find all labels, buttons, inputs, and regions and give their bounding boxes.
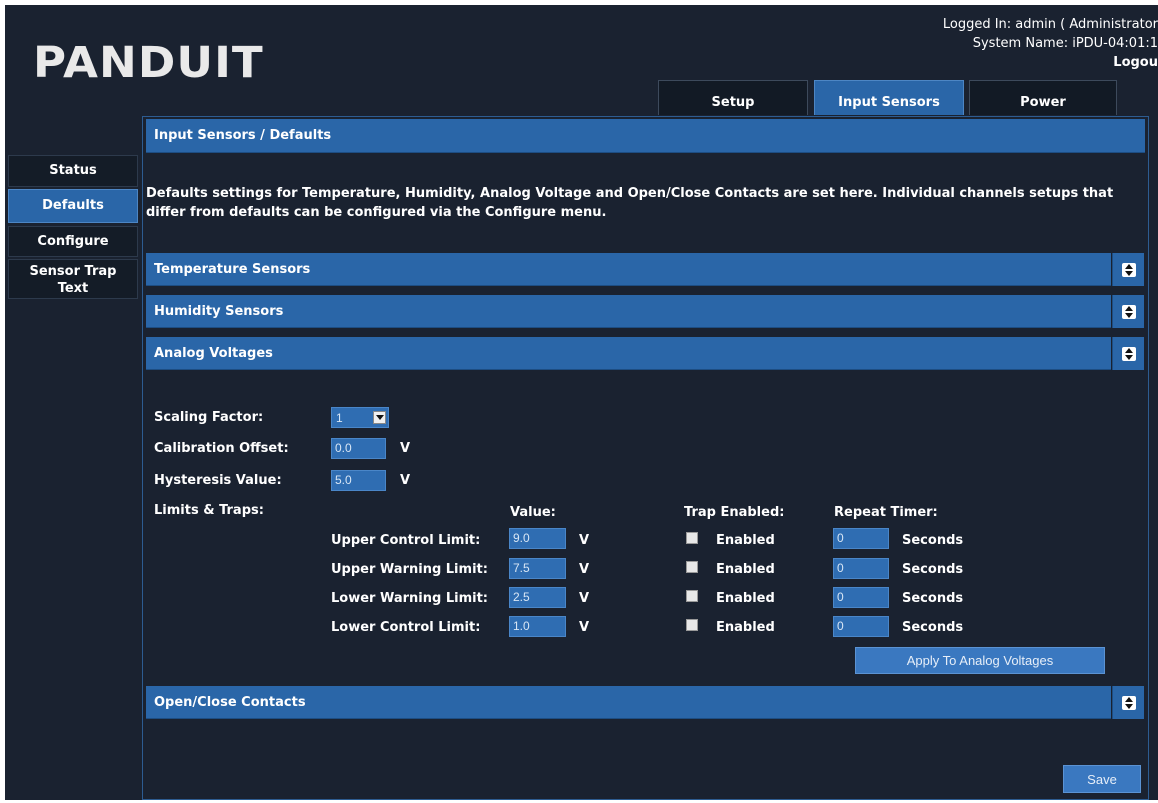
upper-warning-trap-checkbox[interactable]: [686, 561, 698, 573]
limits-traps-label: Limits & Traps:: [154, 503, 264, 518]
section-open-close-contacts[interactable]: Open/Close Contacts: [146, 686, 1111, 719]
section-humidity-sensors[interactable]: Humidity Sensors: [146, 295, 1111, 328]
user-info: Logged In: admin ( Administrator System …: [943, 15, 1158, 72]
sidebar-item-status[interactable]: Status: [8, 155, 138, 187]
enabled-label: Enabled: [716, 591, 775, 606]
seconds-label: Seconds: [902, 591, 964, 606]
upper-warning-limit-label: Upper Warning Limit:: [331, 562, 488, 577]
analog-toggle[interactable]: [1112, 337, 1144, 370]
lower-control-limit-input[interactable]: 1.0: [509, 616, 566, 637]
upper-control-timer-input[interactable]: 0: [833, 528, 889, 549]
hysteresis-label: Hysteresis Value:: [154, 473, 282, 488]
hysteresis-input[interactable]: 5.0: [331, 470, 386, 491]
upper-warning-timer-input[interactable]: 0: [833, 558, 889, 579]
enabled-label: Enabled: [716, 562, 775, 577]
repeat-timer-column-header: Repeat Timer:: [834, 505, 938, 520]
calibration-offset-label: Calibration Offset:: [154, 441, 289, 456]
sidebar-item-configure[interactable]: Configure: [8, 226, 138, 257]
lower-control-trap-checkbox[interactable]: [686, 619, 698, 631]
lower-warning-trap-checkbox[interactable]: [686, 590, 698, 602]
section-temperature-sensors[interactable]: Temperature Sensors: [146, 253, 1111, 286]
enabled-label: Enabled: [716, 533, 775, 548]
page-title: Input Sensors / Defaults: [146, 119, 1145, 153]
system-name-text: System Name: iPDU-04:01:1: [972, 36, 1158, 51]
expand-collapse-icon: [1121, 695, 1136, 710]
lower-warning-timer-input[interactable]: 0: [833, 587, 889, 608]
unit-label: V: [579, 562, 590, 577]
save-button[interactable]: Save: [1063, 765, 1141, 793]
enabled-label: Enabled: [716, 620, 775, 635]
logged-in-text: Logged In: admin ( Administrator: [942, 17, 1158, 32]
section-analog-voltages[interactable]: Analog Voltages: [146, 337, 1111, 370]
seconds-label: Seconds: [902, 533, 964, 548]
upper-control-limit-input[interactable]: 9.0: [509, 528, 566, 549]
lower-warning-limit-label: Lower Warning Limit:: [331, 591, 488, 606]
unit-label: V: [579, 620, 590, 635]
scaling-factor-label: Scaling Factor:: [154, 410, 264, 425]
description-text: Defaults settings for Temperature, Humid…: [146, 186, 1114, 220]
lower-control-limit-label: Lower Control Limit:: [331, 620, 481, 635]
tab-setup[interactable]: Setup: [658, 80, 808, 115]
unit-label: V: [400, 441, 411, 456]
tab-input-sensors[interactable]: Input Sensors: [814, 80, 964, 115]
humidity-toggle[interactable]: [1112, 295, 1144, 328]
upper-warning-limit-input[interactable]: 7.5: [509, 558, 566, 579]
chevron-down-icon: [373, 411, 386, 424]
sidebar-item-defaults[interactable]: Defaults: [8, 189, 138, 223]
upper-control-limit-label: Upper Control Limit:: [331, 533, 481, 548]
contacts-toggle[interactable]: [1112, 686, 1144, 719]
unit-label: V: [400, 473, 411, 488]
sidebar-item-sensor-trap-text[interactable]: Sensor Trap Text: [8, 259, 138, 299]
logout-link[interactable]: Logou: [943, 53, 1158, 72]
scaling-factor-value: 1: [336, 411, 343, 425]
value-column-header: Value:: [510, 505, 556, 520]
trap-enabled-column-header: Trap Enabled:: [684, 505, 785, 520]
seconds-label: Seconds: [902, 562, 964, 577]
lower-control-timer-input[interactable]: 0: [833, 616, 889, 637]
lower-warning-limit-input[interactable]: 2.5: [509, 587, 566, 608]
sidebar-item-label: Sensor Trap Text: [29, 264, 117, 296]
panduit-logo: PANDUIT: [33, 38, 264, 88]
scaling-factor-select[interactable]: 1: [331, 407, 389, 428]
unit-label: V: [579, 591, 590, 606]
unit-label: V: [579, 533, 590, 548]
temperature-toggle[interactable]: [1112, 253, 1144, 286]
expand-collapse-icon: [1121, 346, 1136, 361]
seconds-label: Seconds: [902, 620, 964, 635]
expand-collapse-icon: [1121, 304, 1136, 319]
upper-control-trap-checkbox[interactable]: [686, 532, 698, 544]
calibration-offset-input[interactable]: 0.0: [331, 438, 386, 459]
tab-power[interactable]: Power: [969, 80, 1117, 115]
expand-collapse-icon: [1121, 262, 1136, 277]
apply-analog-voltages-button[interactable]: Apply To Analog Voltages: [855, 647, 1105, 674]
